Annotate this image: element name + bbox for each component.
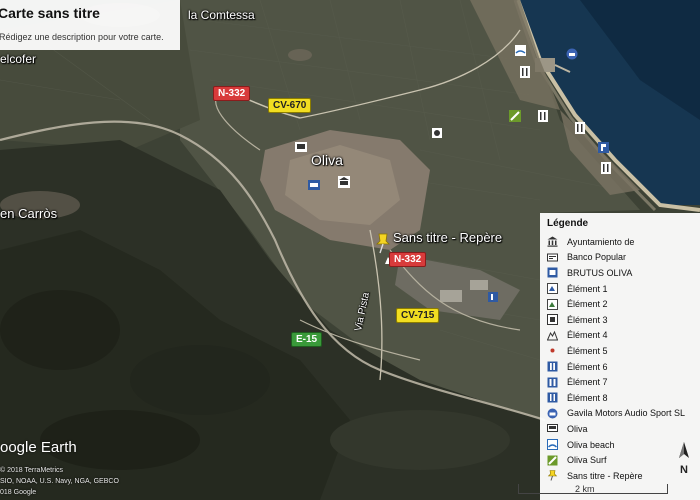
restaurant-marker[interactable] (538, 110, 548, 122)
scale-label: 2 km (575, 484, 595, 494)
legend-item[interactable]: Élément 3 (547, 312, 700, 328)
surf-marker[interactable] (509, 110, 521, 122)
element-2-icon (547, 298, 558, 310)
legend-label: Élément 1 (567, 283, 608, 294)
imagery-credits: © 2018 TerraMetrics SIO, NOAA, U.S. Navy… (0, 465, 119, 498)
legend-label: Élément 2 (567, 299, 608, 310)
train-icon (547, 423, 558, 434)
legend-item[interactable]: Gavila Motors Audio Sport SL (547, 406, 700, 422)
place-label-carros: en Carròs (0, 206, 58, 221)
legend-label: Élément 3 (567, 314, 608, 325)
legend-label: Élément 6 (567, 361, 608, 372)
legend-item[interactable]: Élément 2 (547, 296, 700, 312)
legend-label: Gavila Motors Audio Sport SL (567, 408, 686, 419)
legend-label: Élément 5 (567, 345, 608, 356)
beach-icon (547, 439, 558, 451)
shop-icon (547, 267, 558, 278)
bank-marker[interactable] (308, 180, 320, 190)
legend-item[interactable]: Ayuntamiento de (547, 234, 700, 250)
parking-icon (547, 361, 558, 372)
dot-icon (547, 345, 558, 356)
town-hall-marker[interactable] (338, 176, 350, 188)
element-1-icon (547, 283, 558, 295)
legend-label: Élément 7 (567, 377, 608, 388)
legend-item[interactable]: Élément 5 (547, 343, 700, 359)
road-shield-n332: N-332 (213, 86, 251, 101)
hiking-icon (547, 330, 558, 341)
element-3-icon (547, 314, 558, 326)
restroom-icon (547, 377, 558, 388)
map-title: Carte sans titre (0, 5, 100, 21)
legend-label: Oliva beach (567, 439, 615, 450)
legend-item[interactable]: Oliva (547, 421, 700, 437)
pushpin-marker[interactable] (375, 232, 391, 254)
north-arrow-icon: N (679, 442, 689, 476)
surf-icon (547, 455, 558, 466)
restaurant-marker[interactable] (601, 162, 611, 174)
beach-marker[interactable] (515, 45, 526, 56)
car-service-marker[interactable] (566, 48, 578, 60)
legend-label: BRUTUS OLIVA (567, 267, 633, 278)
map-description[interactable]: Rédigez une description pour votre carte… (0, 30, 174, 44)
legend-item[interactable]: Élément 1 (547, 281, 700, 297)
train-marker[interactable] (295, 142, 307, 152)
restaurant-marker[interactable] (575, 122, 585, 134)
town-hall-icon (547, 236, 558, 247)
google-earth-logo: oogle Earth (0, 439, 77, 456)
road-shield-n332: N-332 (389, 252, 427, 267)
car-service-icon (547, 408, 558, 419)
credit-line: 018 Google (0, 489, 37, 496)
credit-line: SIO, NOAA, U.S. Navy, NGA, GEBCO (0, 478, 119, 485)
pushpin-icon (547, 470, 558, 481)
legend-label: Élément 4 (567, 330, 608, 341)
legend-label: Oliva Surf (567, 455, 607, 466)
place-label-sans-titre: Sans titre - Repère (393, 230, 503, 245)
road-shield-cv670: CV-670 (268, 98, 312, 113)
legend-item[interactable]: Élément 7 (547, 374, 700, 390)
legend-label: Banco Popular (567, 252, 627, 263)
north-label: N (680, 464, 688, 476)
legend-item[interactable]: Élément 6 (547, 359, 700, 375)
legend-label: Ayuntamiento de (567, 236, 635, 247)
place-label-oliva: Oliva (311, 152, 343, 168)
place-label-elcofer: elcofer (0, 52, 37, 66)
bank-icon (547, 252, 558, 263)
legend-label: Élément 8 (567, 392, 608, 403)
restaurant-marker[interactable] (520, 66, 530, 78)
parking-marker[interactable] (488, 292, 498, 302)
legend-label: Oliva (567, 423, 588, 434)
legend-title: Légende (547, 218, 589, 229)
map-title-card[interactable]: Carte sans titre Rédigez une description… (0, 0, 180, 50)
legend-item[interactable]: Banco Popular (547, 250, 700, 266)
legend-label: Sans titre - Repère (567, 470, 643, 481)
place-label-comtessa: la Comtessa (188, 8, 255, 22)
restroom-marker[interactable] (432, 128, 442, 138)
legend-item[interactable]: Élément 8 (547, 390, 700, 406)
road-shield-cv715: CV-715 (396, 308, 440, 323)
legend-item[interactable]: Élément 4 (547, 328, 700, 344)
restaurant-icon (547, 392, 558, 403)
credit-line: © 2018 TerraMetrics (0, 467, 63, 474)
legend-item[interactable]: BRUTUS OLIVA (547, 265, 700, 281)
road-shield-e15: E-15 (291, 332, 323, 347)
parking-marker[interactable] (598, 142, 609, 153)
